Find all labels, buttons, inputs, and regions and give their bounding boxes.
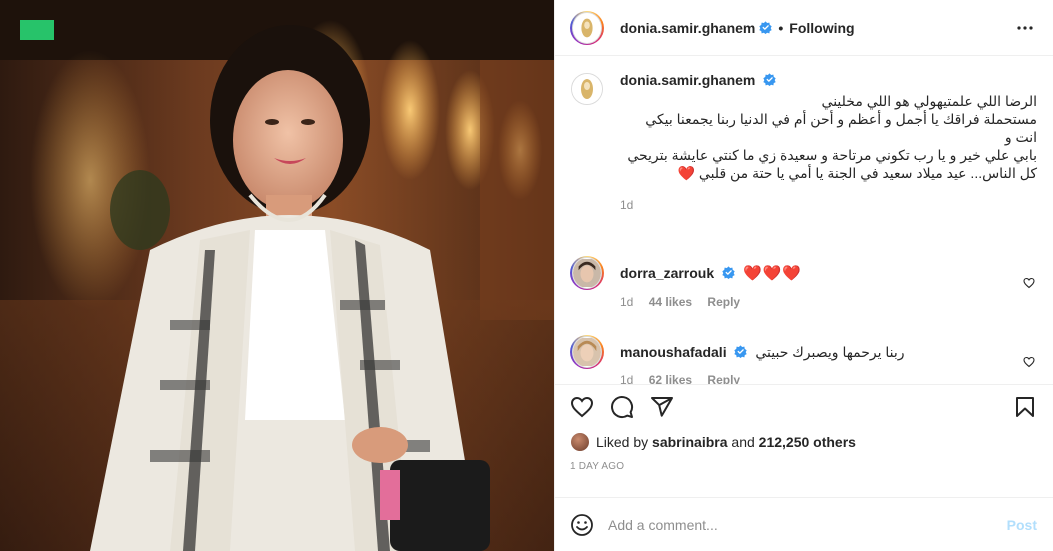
post-header: donia.samir.ghanem • Following [555,0,1053,56]
comment-item: dorra_zarrouk ❤️❤️❤️ 1d 44 likes Reply [570,256,1037,309]
add-comment-input[interactable] [608,516,1007,533]
post-side-panel: donia.samir.ghanem • Following donia.sam… [554,0,1053,551]
likes-others[interactable]: 212,250 others [759,434,856,450]
caption-line: الرضا اللي علمتيهولي هو اللي مخليني [821,93,1037,109]
author-username[interactable]: donia.samir.ghanem [620,20,755,36]
caption-avatar[interactable] [570,72,604,106]
comment-hearts: ❤️❤️❤️ [742,265,802,282]
caption-line: مستحملة فراقك يا أجمل و أعظم و أحن أم في… [645,111,1037,145]
verified-badge-icon [759,21,773,34]
comment-like-heart-icon[interactable] [1023,355,1035,371]
commenter-avatar[interactable] [570,256,604,290]
header-separator: • [778,19,784,36]
comment-likes-count[interactable]: 44 likes [649,295,692,309]
caption-timestamp[interactable]: 1d [620,198,1037,212]
comment-username[interactable]: manoushafadali [620,344,727,360]
comment-timestamp[interactable]: 1d [620,373,633,384]
paper-plane-icon[interactable] [650,395,674,419]
liker-username[interactable]: sabrinaibra [652,434,727,450]
author-avatar[interactable] [570,10,604,45]
likes-middle: and [731,434,755,450]
emoji-icon[interactable] [570,513,594,537]
bookmark-icon[interactable] [1013,395,1037,419]
comment-icon[interactable] [610,395,634,419]
comment-like-heart-icon[interactable] [1023,276,1035,292]
post-photo-image [0,0,554,551]
verified-badge-icon [734,345,748,358]
caption-username[interactable]: donia.samir.ghanem [620,72,755,88]
comment-timestamp[interactable]: 1d [620,295,633,309]
post-comment-button[interactable]: Post [1007,517,1037,533]
more-options-icon[interactable] [1013,16,1037,40]
post-photo[interactable] [0,0,554,551]
verified-badge-icon [722,266,735,279]
comment-likes-count[interactable]: 62 likes [649,373,692,384]
likes-summary: Liked by sabrinaibra and 212,250 others [570,431,1037,453]
comment-reply-button[interactable]: Reply [707,373,740,384]
comment-item: manoushafadali ربنا يرحمها ويصبرك حبيتي … [570,335,1037,384]
comments-section[interactable]: donia.samir.ghanem الرضا اللي علمتيهولي … [555,56,1053,384]
likes-prefix: Liked by [596,434,649,450]
following-button[interactable]: Following [789,20,854,36]
caption-avatar-image [572,74,602,104]
caption: donia.samir.ghanem الرضا اللي علمتيهولي … [570,72,1037,212]
post-time-ago[interactable]: 1 DAY AGO [570,461,1037,477]
post-actions: Liked by sabrinaibra and 212,250 others … [555,384,1053,477]
caption-line: بابي علي خير و يا رب تكوني مرتاحة و سعيد… [627,147,1037,163]
caption-text: الرضا اللي علمتيهولي هو اللي مخليني مستح… [620,92,1037,182]
comment-reply-button[interactable]: Reply [707,295,740,309]
comment-text: ربنا يرحمها ويصبرك حبيتي [755,344,905,360]
caption-line: كل الناس... عيد ميلاد سعيد في الجنة يا أ… [677,165,1037,181]
add-comment-bar: Post [555,497,1053,551]
liker-avatar[interactable] [570,432,590,452]
commenter-avatar-image [573,338,601,366]
author-avatar-image [573,13,601,42]
verified-badge-icon [763,73,776,86]
comment-username[interactable]: dorra_zarrouk [620,265,714,281]
heart-icon[interactable] [570,395,594,419]
commenter-avatar-image [573,259,601,287]
commenter-avatar[interactable] [570,335,604,369]
instagram-post: donia.samir.ghanem • Following donia.sam… [0,0,1053,551]
